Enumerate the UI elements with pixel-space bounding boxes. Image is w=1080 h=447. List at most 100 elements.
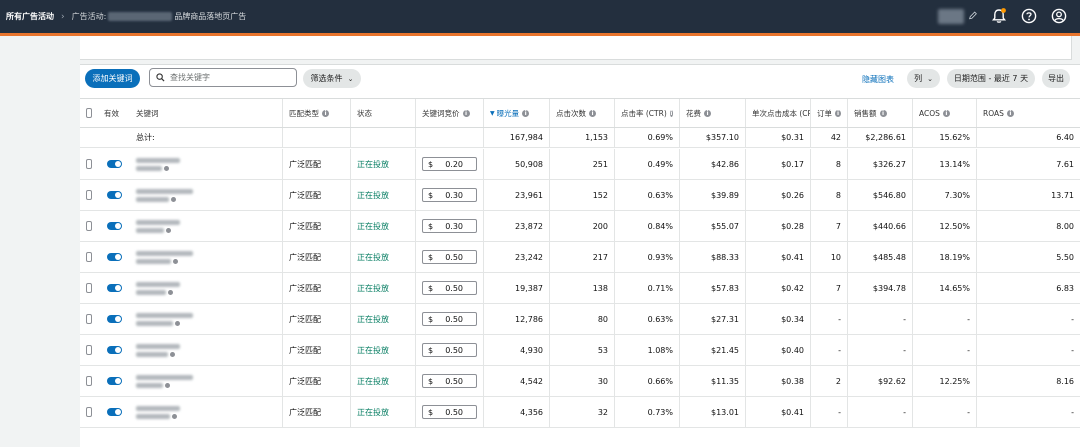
row-checkbox[interactable]: [86, 407, 92, 417]
enabled-toggle[interactable]: [106, 315, 122, 323]
enabled-toggle[interactable]: [106, 284, 122, 292]
row-checkbox[interactable]: [86, 190, 92, 200]
bid-input[interactable]: $ 0.50: [422, 250, 477, 264]
sales: -: [848, 304, 913, 334]
translate-icon: [166, 227, 171, 233]
header-orders[interactable]: 订单 i: [811, 99, 848, 127]
pencil-icon[interactable]: [968, 11, 978, 21]
info-icon[interactable]: i: [704, 109, 711, 117]
row-checkbox[interactable]: [86, 376, 92, 386]
bid-input[interactable]: $ 0.30: [422, 188, 477, 202]
totals-impressions: 167,984: [484, 128, 550, 147]
keyword-cell: [130, 273, 283, 303]
roas: 6.83: [1056, 283, 1074, 293]
bid-input[interactable]: $ 0.50: [422, 312, 477, 326]
search-input[interactable]: [170, 73, 290, 82]
row-checkbox[interactable]: [86, 252, 92, 262]
row-select-cell: [80, 366, 98, 396]
cpc: $0.41: [746, 242, 811, 272]
row-toggle-cell: [98, 211, 130, 241]
roas: -: [1071, 345, 1074, 355]
bid-input[interactable]: $ 0.50: [422, 374, 477, 388]
row-checkbox[interactable]: [86, 159, 92, 169]
enabled-toggle[interactable]: [106, 160, 122, 168]
spend: $21.45: [680, 335, 746, 365]
breadcrumb-all-campaigns[interactable]: 所有广告活动: [6, 11, 54, 22]
table-row: 广泛匹配 正在投放 $ 0.50 4,930 53 1.08% $21.45 $…: [80, 335, 1080, 366]
row-checkbox[interactable]: [86, 314, 92, 324]
header-status[interactable]: 状态: [351, 99, 416, 127]
impressions: 4,356: [484, 397, 550, 427]
keyword-search[interactable]: [149, 68, 297, 87]
info-icon[interactable]: i: [669, 109, 673, 117]
header-bid[interactable]: 关键词竞价 i: [416, 99, 484, 127]
clicks: 32: [550, 397, 615, 427]
clicks: 80: [550, 304, 615, 334]
header-ctr[interactable]: 点击率 (CTR) i: [615, 99, 680, 127]
row-checkbox[interactable]: [86, 345, 92, 355]
help-icon[interactable]: [1020, 7, 1038, 25]
info-icon[interactable]: i: [879, 109, 887, 117]
header-sales[interactable]: 销售额 i: [848, 99, 913, 127]
user-icon[interactable]: [1050, 7, 1068, 25]
columns-button[interactable]: 列 ⌄: [907, 69, 940, 88]
spend: $55.07: [680, 211, 746, 241]
header-match-type[interactable]: 匹配类型 i: [283, 99, 351, 127]
breadcrumb-campaign-suffix[interactable]: 品牌商品落地页广告: [174, 11, 246, 22]
acos: 14.65%: [913, 273, 977, 303]
enabled-toggle[interactable]: [106, 253, 122, 261]
enabled-toggle[interactable]: [106, 191, 122, 199]
orders: -: [811, 304, 848, 334]
info-icon[interactable]: i: [1006, 109, 1014, 117]
row-checkbox[interactable]: [86, 221, 92, 231]
info-icon[interactable]: i: [589, 109, 596, 117]
keyword-cell: [130, 304, 283, 334]
header-acos[interactable]: ACOS i: [913, 99, 977, 127]
ctr: 0.73%: [615, 397, 680, 427]
info-icon[interactable]: i: [522, 109, 530, 117]
redacted-campaign-name: [108, 12, 173, 21]
bid-input[interactable]: $ 0.20: [422, 157, 477, 171]
filter-label: 筛选条件: [310, 74, 343, 83]
sales: $440.66: [848, 211, 913, 241]
breadcrumb-campaign-prefix[interactable]: 广告活动:: [72, 11, 107, 22]
bell-icon[interactable]: [990, 7, 1008, 25]
header-spend[interactable]: 花费 i: [680, 99, 746, 127]
ctr: 0.63%: [615, 180, 680, 210]
date-range-button[interactable]: 日期范围 - 最近 7 天: [947, 69, 1035, 88]
header-keyword[interactable]: 关键词: [130, 99, 283, 127]
info-icon[interactable]: i: [942, 109, 950, 117]
acos: -: [913, 304, 977, 334]
info-icon[interactable]: i: [835, 109, 841, 117]
enabled-toggle[interactable]: [106, 346, 122, 354]
header-roas[interactable]: ROAS i: [977, 99, 1080, 127]
enabled-toggle[interactable]: [106, 408, 122, 416]
redacted-keyword: [136, 188, 193, 202]
bid-value: 0.50: [445, 376, 463, 386]
bid-input[interactable]: $ 0.50: [422, 281, 477, 295]
sales: $326.27: [848, 149, 913, 179]
header-clicks[interactable]: 点击次数 i: [550, 99, 615, 127]
header-cpc[interactable]: 单次点击成本 (CPC): [746, 99, 811, 127]
main-content: 添加关键词 筛选条件 ⌄ 隐藏图表 列 ⌄ 日期范围 - 最近 7 天 导出: [80, 36, 1080, 447]
enabled-toggle[interactable]: [106, 377, 122, 385]
filter-button[interactable]: 筛选条件 ⌄: [303, 69, 361, 88]
acos: 18.19%: [913, 242, 977, 272]
enabled-toggle[interactable]: [106, 222, 122, 230]
spend: $39.89: [680, 180, 746, 210]
hide-chart-link[interactable]: 隐藏图表: [862, 74, 894, 85]
account-switcher[interactable]: [938, 8, 964, 24]
add-keyword-button[interactable]: 添加关键词: [85, 69, 140, 88]
bid-input[interactable]: $ 0.50: [422, 405, 477, 419]
bid-input[interactable]: $ 0.50: [422, 343, 477, 357]
row-checkbox[interactable]: [86, 283, 92, 293]
row-select-cell: [80, 397, 98, 427]
bid-cell: $ 0.50: [416, 397, 484, 427]
export-button[interactable]: 导出: [1042, 69, 1070, 88]
header-impressions[interactable]: ▼ 曝光量 i: [484, 99, 550, 127]
info-icon[interactable]: i: [462, 109, 470, 117]
select-all-checkbox[interactable]: [86, 108, 92, 118]
info-icon[interactable]: i: [322, 109, 329, 117]
bid-input[interactable]: $ 0.30: [422, 219, 477, 233]
row-select-cell: [80, 211, 98, 241]
